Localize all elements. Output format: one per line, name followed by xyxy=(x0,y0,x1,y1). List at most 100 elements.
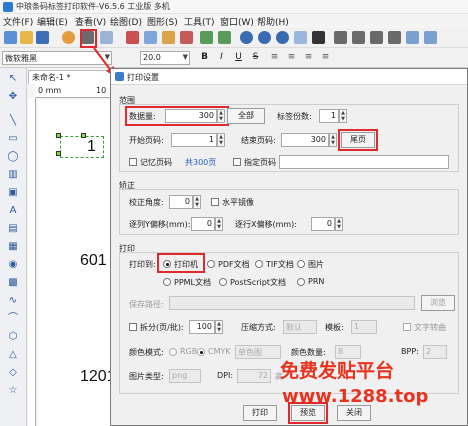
line-tool-icon[interactable]: ╲ xyxy=(6,114,20,128)
postscript-radio[interactable] xyxy=(219,278,227,286)
align-left-icon[interactable]: ≡ xyxy=(268,51,281,64)
underline-button[interactable]: U xyxy=(232,51,245,64)
specified-page-checkbox[interactable] xyxy=(233,158,241,166)
remember-page-checkbox[interactable] xyxy=(129,158,137,166)
split-spinner[interactable]: ▲ ▼ xyxy=(215,320,223,334)
align-center-icon[interactable]: ≡ xyxy=(285,51,298,64)
start-page-field[interactable]: 1 xyxy=(171,133,217,147)
database-icon[interactable] xyxy=(406,31,419,44)
bold-button[interactable]: B xyxy=(198,51,211,64)
cmyk-radio[interactable] xyxy=(197,348,205,356)
zoom-fit-icon[interactable] xyxy=(276,31,289,44)
resize-handle[interactable] xyxy=(56,151,61,156)
menu-help[interactable]: 帮助(H) xyxy=(257,15,289,28)
menu-window[interactable]: 窗口(W) xyxy=(220,15,254,28)
new-icon[interactable] xyxy=(4,31,17,44)
image-type-select[interactable]: png xyxy=(169,369,201,383)
split-field[interactable]: 100 xyxy=(189,320,215,334)
menu-edit[interactable]: 编辑(E) xyxy=(37,15,68,28)
prn-radio[interactable] xyxy=(297,278,305,286)
print-preview-icon[interactable] xyxy=(100,31,113,44)
triangle-tool-icon[interactable]: △ xyxy=(6,348,20,362)
image-radio[interactable] xyxy=(297,260,305,268)
qrcode-tool-icon[interactable]: ▩ xyxy=(6,276,20,290)
zoom-out-icon[interactable] xyxy=(258,31,271,44)
split-checkbox[interactable] xyxy=(129,323,137,331)
pointer-tool-icon[interactable]: ↖ xyxy=(6,72,20,86)
layer-icon[interactable] xyxy=(352,31,365,44)
qrcode-icon[interactable] xyxy=(312,31,325,44)
settings-icon[interactable] xyxy=(62,31,75,44)
ppml-radio[interactable] xyxy=(163,278,171,286)
start-page-spinner[interactable]: ▲ ▼ xyxy=(217,133,225,147)
menu-tools[interactable]: 工具(T) xyxy=(184,15,215,28)
group-icon[interactable] xyxy=(370,31,383,44)
barcode-tool-icon[interactable]: ▥ xyxy=(6,168,20,182)
resize-handle[interactable] xyxy=(56,133,61,138)
save-icon[interactable] xyxy=(36,31,49,44)
browse-button[interactable]: 浏览 xyxy=(421,295,455,311)
rect-tool-icon[interactable]: ▭ xyxy=(6,132,20,146)
polygon-tool-icon[interactable]: ⬡ xyxy=(6,330,20,344)
star-tool-icon[interactable]: ☆ xyxy=(6,384,20,398)
diamond-tool-icon[interactable]: ◇ xyxy=(6,366,20,380)
italic-button[interactable]: I xyxy=(215,51,228,64)
zoom-in-icon[interactable] xyxy=(240,31,253,44)
rgb-label: RGB xyxy=(180,347,198,356)
text-convert-checkbox[interactable] xyxy=(403,323,411,331)
bpp-label: BPP: xyxy=(401,347,419,356)
save-path-field[interactable] xyxy=(169,296,415,310)
paste-icon[interactable] xyxy=(162,31,175,44)
tif-radio[interactable] xyxy=(255,260,263,268)
align-justify-icon[interactable]: ≡ xyxy=(319,51,332,64)
all-button[interactable]: 全部 xyxy=(227,108,265,124)
arc-tool-icon[interactable]: ⌒ xyxy=(6,312,20,326)
richtext-tool-icon[interactable]: ▤ xyxy=(6,222,20,236)
menu-shape[interactable]: 图形(S) xyxy=(147,15,178,28)
menu-draw[interactable]: 绘图(D) xyxy=(110,15,142,28)
compress-select[interactable]: 默认 xyxy=(283,320,317,334)
end-page-field[interactable]: 300 xyxy=(281,133,329,147)
redo-icon[interactable] xyxy=(218,31,231,44)
print-button[interactable]: 打印 xyxy=(243,405,277,421)
template-select[interactable]: 1 xyxy=(351,320,377,334)
x-offset-field[interactable]: 0 xyxy=(311,217,335,231)
dpi-field[interactable]: 72 xyxy=(237,369,271,383)
specified-page-field[interactable] xyxy=(279,155,449,169)
undo-icon[interactable] xyxy=(200,31,213,44)
curve-tool-icon[interactable]: ∿ xyxy=(6,294,20,308)
ellipse-tool-icon[interactable]: ◯ xyxy=(6,150,20,164)
menu-file[interactable]: 文件(F) xyxy=(3,15,33,28)
mirror-label: 水平镜像 xyxy=(222,198,254,207)
copy-icon[interactable] xyxy=(144,31,157,44)
lock-icon[interactable] xyxy=(424,31,437,44)
end-page-spinner[interactable]: ▲ ▼ xyxy=(329,133,337,147)
image-tool-icon[interactable]: ▣ xyxy=(6,186,20,200)
cut-icon[interactable] xyxy=(126,31,139,44)
rgb-radio[interactable] xyxy=(169,348,177,356)
copies-field[interactable]: 1 xyxy=(319,109,339,123)
y-offset-spinner[interactable]: ▲ ▼ xyxy=(215,217,223,231)
delete-icon[interactable] xyxy=(180,31,193,44)
font-size-select[interactable]: 20.0 ▼ xyxy=(140,51,190,65)
resize-handle[interactable] xyxy=(81,133,86,138)
ungroup-icon[interactable] xyxy=(388,31,401,44)
mirror-checkbox[interactable] xyxy=(211,198,219,206)
angle-field[interactable]: 0 xyxy=(169,195,193,209)
open-icon[interactable] xyxy=(20,31,33,44)
align-right-icon[interactable]: ≡ xyxy=(302,51,315,64)
grid-icon[interactable] xyxy=(294,31,307,44)
menu-view[interactable]: 查看(V) xyxy=(75,15,106,28)
pan-tool-icon[interactable]: ✥ xyxy=(6,90,20,104)
table-tool-icon[interactable]: ▦ xyxy=(6,240,20,254)
copies-spinner[interactable]: ▲ ▼ xyxy=(339,109,347,123)
angle-spinner[interactable]: ▲ ▼ xyxy=(193,195,201,209)
text-tool-icon[interactable]: A xyxy=(6,204,20,218)
y-offset-field[interactable]: 0 xyxy=(191,217,215,231)
align-icon[interactable] xyxy=(334,31,347,44)
pdf-radio[interactable] xyxy=(207,260,215,268)
strike-button[interactable]: S xyxy=(249,51,262,64)
x-offset-spinner[interactable]: ▲ ▼ xyxy=(335,217,343,231)
selected-text-box[interactable]: 1 xyxy=(60,136,104,158)
stamp-tool-icon[interactable]: ◉ xyxy=(6,258,20,272)
